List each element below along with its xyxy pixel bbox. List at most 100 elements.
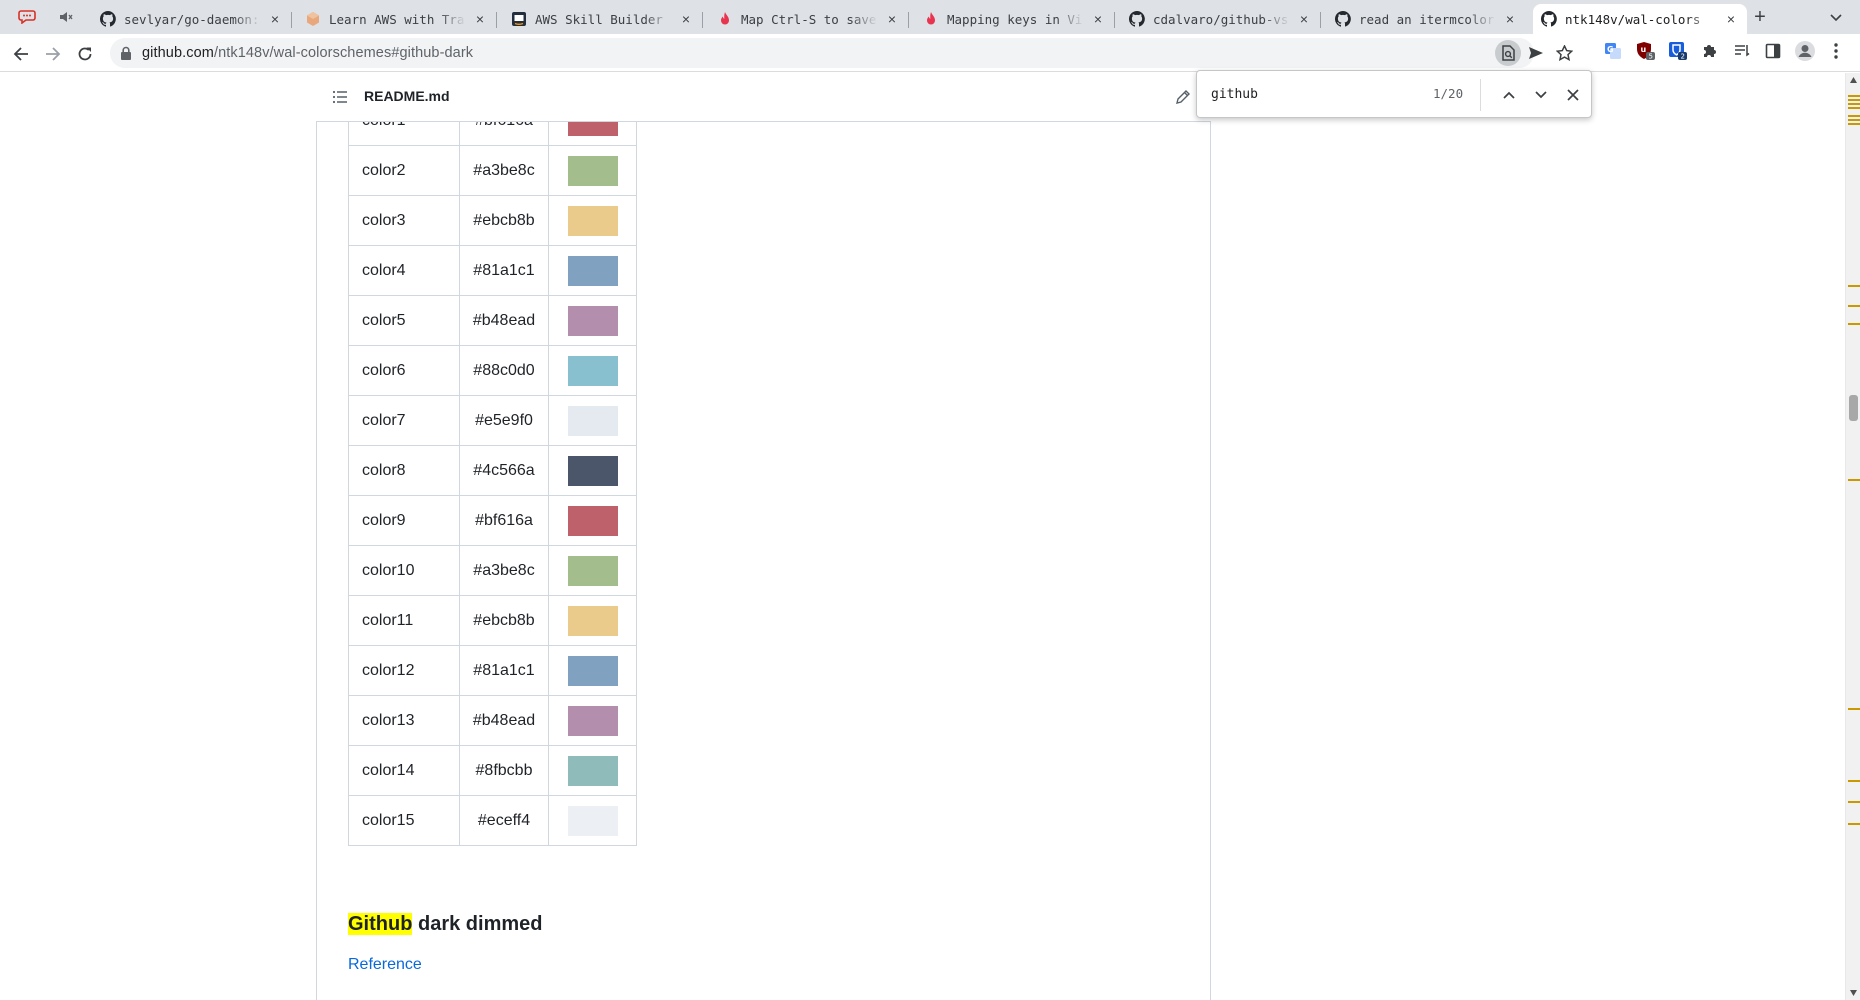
color-hex-cell: #81a1c1 xyxy=(459,245,549,296)
reading-list-button[interactable] xyxy=(1729,38,1755,64)
reference-link[interactable]: Reference xyxy=(348,956,422,974)
url-path: /ntk148v/wal-colorschemes#github-dark xyxy=(213,45,474,61)
color-hex-cell: #bf616a xyxy=(459,495,549,546)
mute-tab-button[interactable] xyxy=(52,7,80,27)
find-next-button[interactable] xyxy=(1529,83,1553,107)
browser-menu-button[interactable] xyxy=(1823,38,1849,64)
find-match-count: 1/20 xyxy=(1433,86,1464,101)
find-input[interactable] xyxy=(1211,84,1411,104)
tab-close-icon[interactable]: × xyxy=(678,11,694,27)
color-swatch xyxy=(567,255,618,286)
tab-close-icon[interactable]: × xyxy=(472,11,488,27)
color-hex-cell: #a3be8c xyxy=(459,145,549,196)
color-hex-cell: #ebcb8b xyxy=(459,595,549,646)
tab-close-icon[interactable]: × xyxy=(1723,11,1739,27)
scroll-down-arrow-icon[interactable] xyxy=(1849,989,1858,997)
browser-tab[interactable]: read an itermcolor × xyxy=(1327,4,1526,34)
readme-title: README.md xyxy=(364,88,450,104)
scrollbar-thumb[interactable] xyxy=(1849,395,1858,421)
color-name-cell: color5 xyxy=(348,295,460,346)
bitwarden-badge: 2 xyxy=(1681,53,1685,61)
color-swatch-cell xyxy=(548,295,637,346)
send-icon xyxy=(1529,47,1543,59)
find-bar: 1/20 xyxy=(1196,70,1592,118)
table-of-contents-icon[interactable] xyxy=(332,89,348,105)
table-row: color13 #b48ead xyxy=(348,695,637,746)
google-translate-extension[interactable]: G xyxy=(1600,38,1626,64)
scroll-up-arrow-icon[interactable] xyxy=(1849,76,1858,84)
find-match-tick xyxy=(1848,119,1860,121)
profile-button[interactable] xyxy=(1792,38,1818,64)
tab-title: AWS Skill Builder xyxy=(535,11,663,27)
browser-tab[interactable]: AWS Skill Builder × xyxy=(503,4,703,34)
find-match-highlight: Github xyxy=(348,913,413,935)
new-tab-button[interactable]: + xyxy=(1748,5,1772,29)
bookmark-button[interactable] xyxy=(1551,40,1577,66)
find-previous-button[interactable] xyxy=(1497,83,1521,107)
tab-title: Learn AWS with Tra xyxy=(329,11,465,27)
find-indicator-button[interactable] xyxy=(1495,40,1521,66)
reload-button[interactable] xyxy=(71,40,99,68)
browser-tab[interactable]: ntk148v/wal-colors × xyxy=(1533,4,1747,34)
puzzle-icon xyxy=(1704,45,1716,57)
color-hex-cell: #e5e9f0 xyxy=(459,395,549,446)
flame-icon xyxy=(717,11,733,27)
color-swatch xyxy=(567,305,618,336)
browser-tab[interactable]: sevlyar/go-daemon: A × xyxy=(92,4,292,34)
color-hex-cell: #b48ead xyxy=(459,695,549,746)
color-name-cell: color7 xyxy=(348,395,460,446)
table-row: color8 #4c566a xyxy=(348,445,637,496)
side-panel-button[interactable] xyxy=(1760,38,1786,64)
find-close-button[interactable] xyxy=(1561,83,1585,107)
browser-tab[interactable]: Mapping keys in Vi × xyxy=(915,4,1115,34)
color-swatch-cell xyxy=(548,695,637,746)
color-swatch xyxy=(567,555,618,586)
color-swatch-cell xyxy=(548,645,637,696)
tab-close-icon[interactable]: × xyxy=(884,11,900,27)
tab-search-button[interactable] xyxy=(10,7,44,27)
tab-close-icon[interactable]: × xyxy=(1502,11,1518,27)
tab-close-icon[interactable]: × xyxy=(267,11,283,27)
readme-header: README.md xyxy=(316,73,1211,122)
flame-icon xyxy=(923,11,939,27)
find-match-tick xyxy=(1848,823,1860,825)
bitwarden-extension[interactable]: 2 xyxy=(1665,38,1691,64)
tab-strip: sevlyar/go-daemon: A × Learn AWS with Tra ×… xyxy=(0,0,1860,34)
close-icon xyxy=(1567,89,1579,101)
tab-list-button[interactable] xyxy=(1824,6,1848,30)
color-swatch xyxy=(567,355,618,386)
address-bar[interactable]: github.com/ntk148v/wal-colorschemes#gith… xyxy=(110,38,1573,68)
back-button[interactable] xyxy=(7,40,35,68)
translate-icon: G xyxy=(1605,43,1621,59)
color-hex-cell: #eceff4 xyxy=(459,795,549,846)
color-swatch xyxy=(567,655,618,686)
table-row: color15 #eceff4 xyxy=(348,795,637,846)
browser-tab[interactable]: Map Ctrl-S to save × xyxy=(709,4,909,34)
browser-tab[interactable]: Learn AWS with Tra × xyxy=(297,4,497,34)
color-swatch-cell xyxy=(548,345,637,396)
star-icon xyxy=(1555,45,1573,61)
tab-title: sevlyar/go-daemon: A xyxy=(124,11,261,27)
page-scrollbar[interactable] xyxy=(1845,73,1860,1000)
section-heading: Github dark dimmed xyxy=(348,913,542,936)
url-text[interactable]: github.com/ntk148v/wal-colorschemes#gith… xyxy=(142,45,473,61)
svg-text:G: G xyxy=(1607,45,1614,54)
tab-close-icon[interactable]: × xyxy=(1296,11,1312,27)
extensions-button[interactable] xyxy=(1697,38,1723,64)
table-row: color5 #b48ead xyxy=(348,295,637,346)
tab-title: ntk148v/wal-colors xyxy=(1565,11,1701,27)
browser-tab[interactable]: cdalvaro/github-vs × xyxy=(1121,4,1321,34)
edit-pencil-icon[interactable] xyxy=(1174,88,1192,106)
send-to-devices-button[interactable] xyxy=(1523,40,1549,66)
color-name-cell: color13 xyxy=(348,695,460,746)
color-name-cell: color10 xyxy=(348,545,460,596)
color-name-cell: color14 xyxy=(348,745,460,796)
color-swatch-cell xyxy=(548,245,637,296)
ublock-extension[interactable]: u5 xyxy=(1633,38,1659,64)
color-name-cell: color3 xyxy=(348,195,460,246)
color-name-cell: color15 xyxy=(348,795,460,846)
tab-close-icon[interactable]: × xyxy=(1090,11,1106,27)
forward-button[interactable] xyxy=(39,40,67,68)
color-swatch xyxy=(567,155,618,186)
find-match-tick xyxy=(1848,708,1860,710)
